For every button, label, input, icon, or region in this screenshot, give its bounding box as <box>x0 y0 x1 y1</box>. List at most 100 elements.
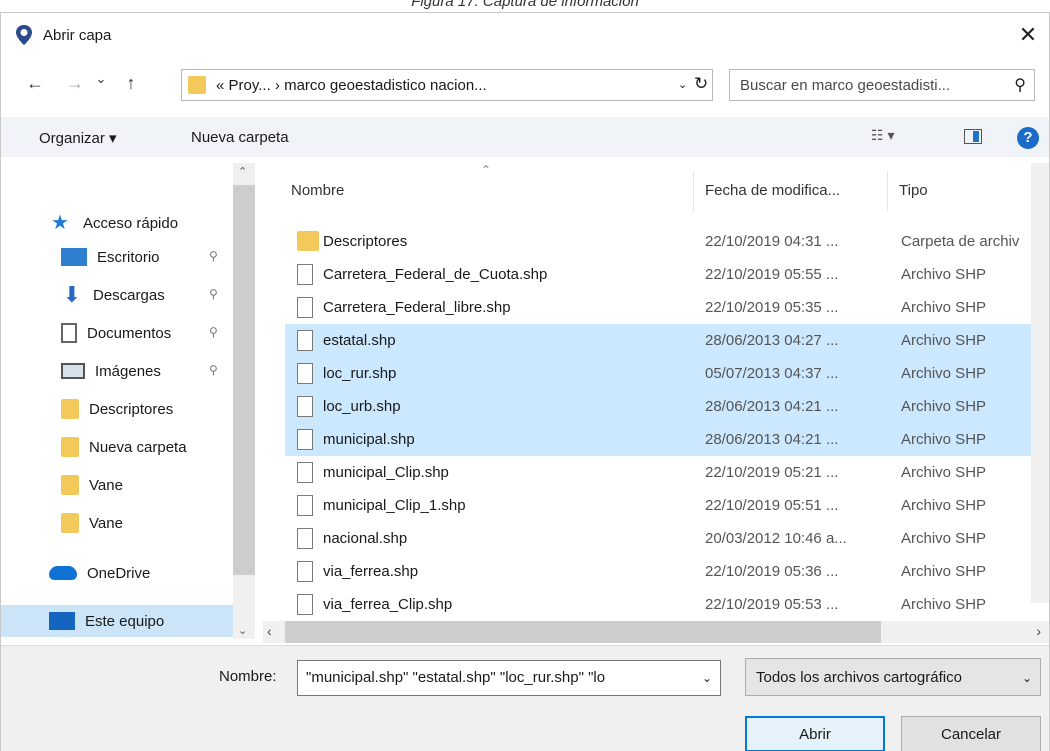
file-name: municipal_Clip_1.shp <box>323 497 466 514</box>
search-box[interactable]: ⚲ <box>729 69 1035 101</box>
file-row[interactable]: loc_rur.shp 05/07/2013 04:37 ... Archivo S… <box>285 357 1035 390</box>
navigation-pane: ★ Acceso rápido Escritorio ⚲ ⬇ Descargas ⚲ Docu… <box>1 163 259 639</box>
new-folder-button[interactable]: Nueva carpeta <box>191 129 289 146</box>
file-name-combobox[interactable]: ⌄ <box>297 660 721 696</box>
file-type-filter-value: Todos los archivos cartográfico <box>756 669 962 686</box>
pin-icon[interactable]: ⚲ <box>209 363 218 377</box>
cancel-button[interactable]: Cancelar <box>901 716 1041 751</box>
file-type: Archivo SHP <box>901 596 987 613</box>
file-date: 28/06/2013 04:27 ... <box>705 332 839 349</box>
file-row[interactable]: nacional.shp 20/03/2012 10:46 a... Archivo… <box>285 522 1035 555</box>
download-icon: ⬇ <box>62 282 82 307</box>
file-type-filter[interactable]: Todos los archivos cartográfico ⌄ <box>745 658 1041 696</box>
file-row[interactable]: loc_urb.shp 28/06/2013 04:21 ... Archivo S… <box>285 390 1035 423</box>
file-row[interactable]: estatal.shp 28/06/2013 04:27 ... Archivo S… <box>285 324 1035 357</box>
sidebar-item[interactable]: Nueva carpeta <box>61 431 187 463</box>
file-icon <box>297 594 313 615</box>
horizontal-scroll-thumb[interactable] <box>285 621 881 643</box>
title-bar: Abrir capa ✕ <box>1 13 1049 59</box>
file-row[interactable]: Carretera_Federal_de_Cuota.shp 22/10/2019… <box>285 258 1035 291</box>
command-bar: Organizar ▾ Nueva carpeta ☷ ▾ ? <box>1 117 1049 157</box>
recent-locations-button[interactable]: ⌄ <box>89 71 113 87</box>
file-list-horizontal-scrollbar[interactable]: ‹ › <box>263 621 1049 643</box>
file-type: Archivo SHP <box>901 365 987 382</box>
map-pin-icon <box>16 25 32 45</box>
file-type: Carpeta de archiv <box>901 233 1020 250</box>
scroll-up-icon[interactable]: ⌃ <box>238 165 247 178</box>
figure-caption: Figura 17. Captura de información <box>411 0 639 10</box>
file-date: 22/10/2019 05:36 ... <box>705 563 839 580</box>
file-icon <box>297 264 313 285</box>
close-button[interactable]: ✕ <box>1013 21 1043 51</box>
chevron-down-icon[interactable]: ⌄ <box>702 671 712 685</box>
monitor-icon <box>49 612 75 630</box>
desktop-icon <box>61 248 87 266</box>
preview-pane-icon[interactable] <box>964 129 982 144</box>
sidebar-item-label: Acceso rápido <box>83 214 179 232</box>
open-button[interactable]: Abrir <box>745 716 885 751</box>
column-header-name[interactable]: Nombre <box>291 163 691 217</box>
sidebar-item[interactable]: ⬇ Descargas <box>61 279 165 311</box>
sidebar-item[interactable]: ★ Acceso rápido <box>51 207 178 239</box>
file-row[interactable]: Carretera_Federal_libre.shp 22/10/2019 05… <box>285 291 1035 324</box>
file-name: Carretera_Federal_de_Cuota.shp <box>323 266 548 283</box>
file-type: Archivo SHP <box>901 431 987 448</box>
folder-icon <box>61 513 79 533</box>
file-row[interactable]: via_ferrea_Clip.shp 22/10/2019 05:53 ... A… <box>285 588 1035 621</box>
forward-button[interactable]: → <box>63 73 87 94</box>
sidebar-item-label: Este equipo <box>85 612 165 630</box>
scroll-right-icon[interactable]: › <box>1036 623 1041 639</box>
file-row[interactable]: Descriptores 22/10/2019 04:31 ... Carpeta … <box>285 225 1035 258</box>
sidebar-item[interactable]: Este equipo <box>1 605 233 637</box>
chevron-down-icon[interactable]: ⌄ <box>678 78 687 91</box>
file-date: 22/10/2019 05:51 ... <box>705 497 839 514</box>
sidebar-item[interactable]: Vane <box>61 469 123 501</box>
file-name-field[interactable] <box>306 669 692 686</box>
file-type: Archivo SHP <box>901 299 987 316</box>
help-icon[interactable]: ? <box>1017 127 1039 149</box>
sidebar-scroll-thumb[interactable] <box>233 185 255 575</box>
up-button[interactable]: ↑ <box>119 73 143 94</box>
column-divider[interactable] <box>693 171 694 211</box>
refresh-icon[interactable]: ↻ <box>694 74 708 94</box>
scroll-left-icon[interactable]: ‹ <box>267 623 272 639</box>
chevron-down-icon[interactable]: ⌄ <box>1022 671 1032 685</box>
file-name: loc_urb.shp <box>323 398 401 415</box>
view-options-icon[interactable]: ☷ ▾ <box>871 127 894 144</box>
file-date: 05/07/2013 04:37 ... <box>705 365 839 382</box>
pin-icon[interactable]: ⚲ <box>209 287 218 301</box>
file-row[interactable]: municipal.shp 28/06/2013 04:21 ... Archivo… <box>285 423 1035 456</box>
sidebar-item-label: Descargas <box>93 286 165 304</box>
search-input[interactable] <box>740 75 1000 95</box>
file-icon <box>297 330 313 351</box>
folder-icon <box>188 76 206 94</box>
file-type: Archivo SHP <box>901 398 987 415</box>
sidebar-scrollbar[interactable]: ⌃ ⌄ <box>233 163 255 639</box>
document-icon <box>61 323 77 343</box>
sidebar-item[interactable]: Imágenes <box>61 355 161 387</box>
file-row[interactable]: via_ferrea.shp 22/10/2019 05:36 ... Archiv… <box>285 555 1035 588</box>
breadcrumb[interactable]: « Proy... › marco geoestadistico nacion.… <box>216 77 487 94</box>
address-bar[interactable]: « Proy... › marco geoestadistico nacion.… <box>181 69 713 101</box>
file-name: estatal.shp <box>323 332 396 349</box>
sidebar-item[interactable]: Vane <box>61 507 123 539</box>
column-divider[interactable] <box>887 171 888 211</box>
sidebar-item[interactable]: Documentos <box>61 317 171 349</box>
sidebar-item[interactable]: OneDrive <box>49 557 150 589</box>
search-icon[interactable]: ⚲ <box>1014 75 1026 95</box>
pin-icon[interactable]: ⚲ <box>209 249 218 263</box>
file-list-vertical-scrollbar[interactable] <box>1031 163 1049 603</box>
file-row[interactable]: municipal_Clip.shp 22/10/2019 05:21 ... Ar… <box>285 456 1035 489</box>
file-type: Archivo SHP <box>901 497 987 514</box>
sidebar-item[interactable]: Escritorio <box>61 241 160 273</box>
file-row[interactable]: municipal_Clip_1.shp 22/10/2019 05:51 ...… <box>285 489 1035 522</box>
organize-button[interactable]: Organizar ▾ <box>39 129 117 147</box>
scroll-down-icon[interactable]: ⌄ <box>238 624 247 637</box>
back-button[interactable]: ← <box>23 73 47 94</box>
file-type: Archivo SHP <box>901 332 987 349</box>
folder-icon <box>61 437 79 457</box>
column-header-date[interactable]: Fecha de modifica... <box>705 163 885 217</box>
sidebar-item[interactable]: Descriptores <box>61 393 173 425</box>
column-header-type[interactable]: Tipo <box>899 163 1039 217</box>
pin-icon[interactable]: ⚲ <box>209 325 218 339</box>
